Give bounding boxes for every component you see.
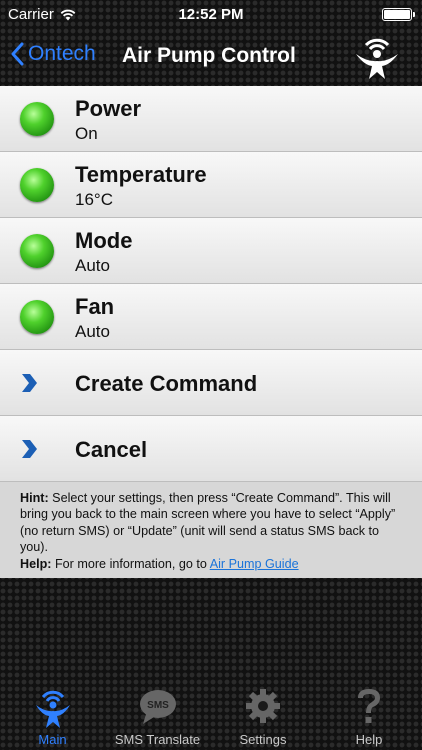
gear-icon (246, 689, 280, 723)
setting-value: Auto (75, 256, 110, 275)
tab-help[interactable]: Help (316, 682, 422, 750)
hint-text: Hint: Select your settings, then press “… (20, 490, 402, 556)
control-panel: Power On Temperature 16°C Mode Auto Fan … (0, 86, 422, 578)
action-label: Cancel (75, 437, 148, 462)
logo (352, 32, 402, 87)
action-label: Create Command (75, 371, 258, 396)
setting-value: On (75, 124, 98, 143)
setting-value: Auto (75, 322, 110, 341)
setting-label: Mode (75, 228, 133, 253)
svg-text:SMS: SMS (147, 700, 169, 711)
battery-icon (382, 8, 415, 21)
tab-label: Help (355, 732, 383, 747)
tab-label: Settings (239, 732, 287, 747)
chevron-left-icon (11, 42, 24, 66)
navigation-bar: Ontech Air Pump Control (0, 28, 422, 84)
help-body: For more information, go to (51, 556, 210, 571)
setting-label: Temperature (75, 162, 207, 187)
hint-body: Select your settings, then press “Create… (20, 491, 396, 555)
setting-row-temperature[interactable]: Temperature 16°C (0, 152, 422, 218)
tab-sms-translate[interactable]: SMS SMS Translate (105, 682, 210, 750)
hint-box: Hint: Select your settings, then press “… (0, 482, 422, 578)
person-wifi-icon (35, 690, 70, 728)
cancel-button[interactable]: Cancel (0, 416, 422, 482)
chevron-right-icon (22, 374, 37, 392)
hint-label: Hint: (20, 491, 49, 505)
tab-main[interactable]: Main (0, 682, 105, 750)
status-led-icon (20, 168, 54, 202)
chevron-right-icon (22, 440, 37, 458)
tab-label: Main (38, 732, 67, 747)
status-led-icon (20, 300, 54, 334)
person-wifi-logo-icon (356, 38, 398, 79)
status-led-icon (20, 102, 54, 136)
air-pump-guide-link[interactable]: Air Pump Guide (210, 557, 299, 571)
create-command-button[interactable]: Create Command (0, 350, 422, 416)
clock: 12:52 PM (178, 6, 244, 23)
help-label: Help: (20, 556, 52, 571)
tab-bar: Main SMS SMS Translate Settings Help (0, 682, 422, 750)
tab-settings[interactable]: Settings (210, 682, 316, 750)
status-led-icon (20, 234, 54, 268)
status-bar: Carrier 12:52 PM (0, 0, 422, 28)
setting-row-mode[interactable]: Mode Auto (0, 218, 422, 284)
setting-value: 16°C (75, 190, 113, 209)
question-icon (358, 689, 380, 723)
setting-label: Power (75, 96, 142, 121)
tab-label: SMS Translate (114, 732, 201, 747)
setting-label: Fan (75, 294, 115, 319)
help-text: Help: For more information, go to Air Pu… (20, 556, 402, 572)
back-label: Ontech (28, 42, 96, 65)
back-button[interactable]: Ontech (10, 42, 96, 66)
setting-row-fan[interactable]: Fan Auto (0, 284, 422, 350)
page-title: Air Pump Control (122, 44, 296, 67)
setting-row-power[interactable]: Power On (0, 86, 422, 152)
sms-bubble-icon: SMS (139, 690, 176, 724)
